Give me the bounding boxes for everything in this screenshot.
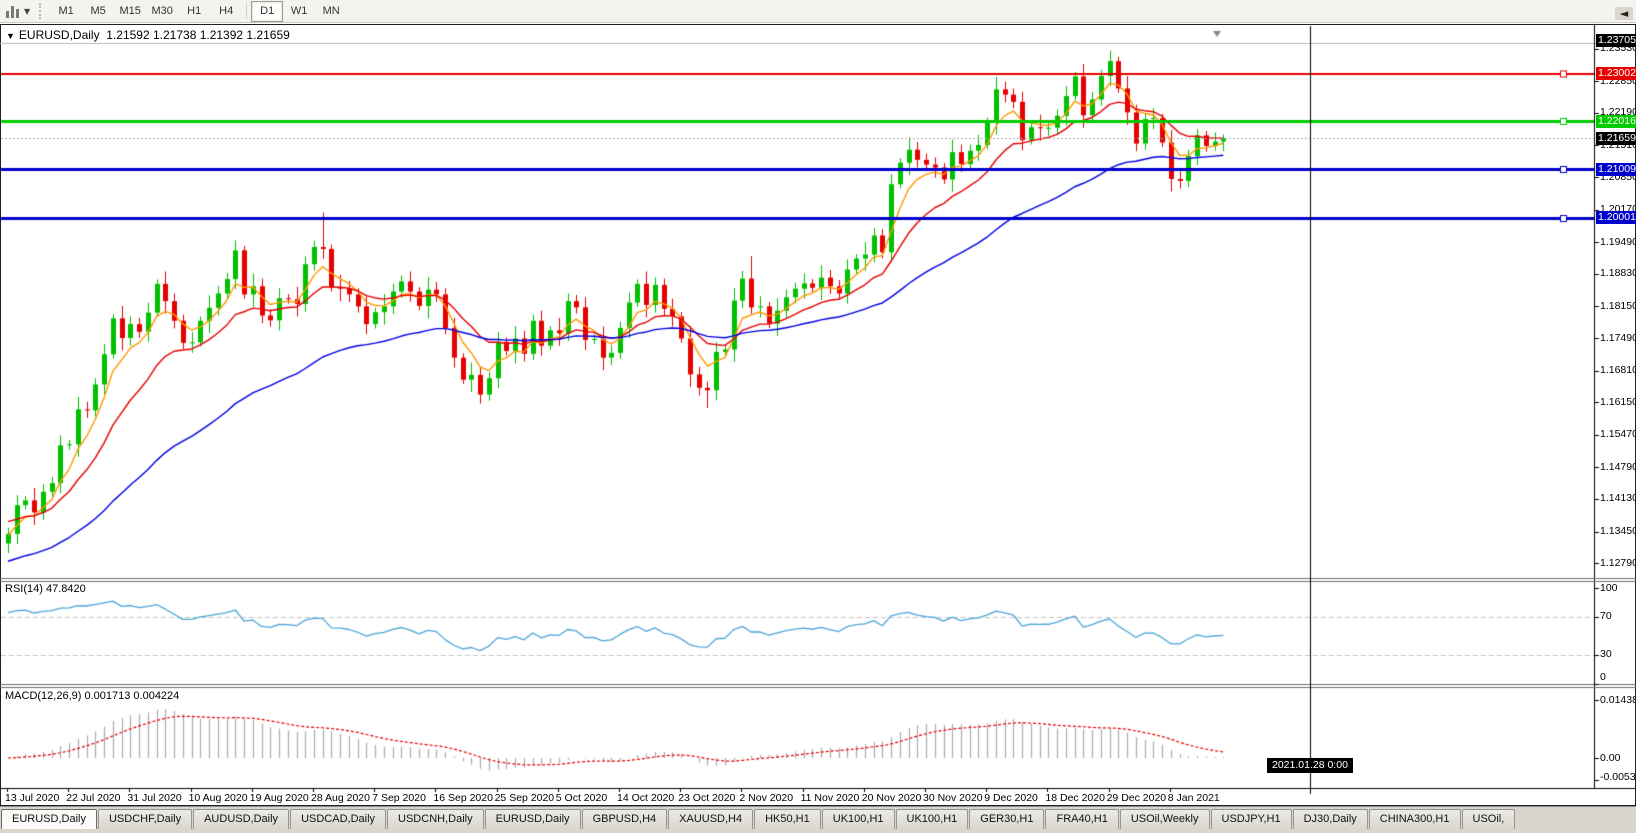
date-axis-label: 28 Aug 2020: [311, 792, 370, 804]
tab-usoil[interactable]: USOil,: [1461, 809, 1516, 829]
date-axis-label: 23 Oct 2020: [678, 792, 736, 804]
tab-usdcnh-daily[interactable]: USDCNH,Daily: [387, 809, 484, 829]
price-axis-tick: 1.15470: [1600, 428, 1636, 441]
tab-usoil-weekly[interactable]: USOil,Weekly: [1119, 809, 1210, 829]
price-badge-1.21659: 1.21659: [1596, 131, 1636, 145]
tab-audusd-daily[interactable]: AUDUSD,Daily: [193, 809, 290, 829]
date-axis-label: 8 Jan 2021: [1167, 792, 1220, 804]
date-axis-label: 9 Dec 2020: [984, 792, 1038, 804]
tab-scroll-left-button[interactable]: ◄: [1615, 7, 1633, 20]
price-badge-1.23705: 1.23705: [1596, 33, 1636, 47]
price-badge-1.22016: 1.22016: [1596, 114, 1636, 128]
tab-eurusd-daily[interactable]: EURUSD,Daily: [484, 809, 581, 829]
price-axis-tick: 1.14790: [1600, 460, 1636, 473]
chart-canvas[interactable]: [0, 0, 1636, 833]
date-axis-label: 2 Nov 2020: [739, 792, 794, 804]
tab-ger30-h1[interactable]: GER30,H1: [969, 809, 1045, 829]
macd-axis-tick: -0.005394: [1600, 771, 1636, 783]
tab-xauusd-h4[interactable]: XAUUSD,H4: [668, 809, 754, 829]
price-badge-1.21009: 1.21009: [1596, 162, 1636, 176]
date-axis-label: 18 Dec 2020: [1045, 792, 1105, 804]
date-axis-label: 10 Aug 2020: [188, 792, 248, 804]
tab-china300-h1[interactable]: CHINA300,H1: [1368, 809, 1461, 829]
date-axis-label: 29 Dec 2020: [1106, 792, 1167, 804]
chart-symbol: EURUSD,Daily: [18, 28, 100, 42]
price-axis-tick: 1.16810: [1600, 364, 1636, 377]
rsi-axis-tick: 30: [1600, 648, 1612, 661]
price-axis-tick: 1.19490: [1600, 235, 1636, 248]
macd-axis-tick: 0.014384: [1600, 693, 1636, 706]
rsi-axis-tick: 70: [1600, 610, 1612, 623]
mt4-window: ▼ M1M5M15M30H1H4D1W1MN ▼EURUSD,Daily 1.2…: [0, 0, 1636, 833]
date-axis-label: 11 Nov 2020: [800, 792, 860, 804]
date-axis-label: 7 Sep 2020: [372, 792, 426, 804]
rsi-axis-tick: 100: [1600, 582, 1618, 594]
price-badge-1.23002: 1.23002: [1596, 67, 1636, 81]
chart-ohlc: 1.21592 1.21738 1.21392 1.21659: [106, 28, 290, 42]
chart-header: ▼ EURUSD,Daily 1.21592 1.21738 1.21392 1.…: [6, 28, 290, 42]
macd-axis-tick: 0.00: [1600, 751, 1621, 764]
tab-fra40-h1[interactable]: FRA40,H1: [1045, 809, 1119, 829]
date-axis-label: 20 Nov 2020: [861, 792, 922, 804]
tab-eurusd-daily-active[interactable]: EURUSD,Daily: [1, 809, 97, 829]
date-axis-label: 19 Aug 2020: [249, 792, 309, 804]
price-axis-tick: 1.12790: [1600, 556, 1636, 569]
price-axis-tick: 1.18150: [1600, 299, 1636, 312]
price-axis-tick: 1.14130: [1600, 492, 1636, 505]
rsi-label: RSI(14) 47.8420: [5, 583, 86, 595]
tab-usdchf-daily[interactable]: USDCHF,Daily: [97, 809, 193, 829]
rsi-axis-tick: 0: [1600, 671, 1606, 683]
triangle-down-icon[interactable]: ▼: [6, 31, 15, 41]
date-axis-label: 5 Oct 2020: [555, 792, 608, 804]
date-axis-label: 31 Jul 2020: [127, 792, 182, 804]
tab-dj30-daily[interactable]: DJ30,Daily: [1292, 809, 1368, 829]
tab-usdcad-daily[interactable]: USDCAD,Daily: [290, 809, 387, 829]
tab-usdjpy-h1[interactable]: USDJPY,H1: [1210, 809, 1292, 829]
price-badge-1.20001: 1.20001: [1596, 211, 1636, 225]
price-axis-tick: 1.13450: [1600, 525, 1636, 538]
date-axis-label: 14 Oct 2020: [617, 792, 675, 804]
date-axis-label: 30 Nov 2020: [923, 792, 983, 804]
chart-tab-bar: EURUSD,Daily USDCHF,Daily AUDUSD,Daily USDC…: [0, 806, 1636, 833]
macd-label: MACD(12,26,9) 0.001713 0.004224: [5, 690, 180, 702]
tab-hk50-h1[interactable]: HK50,H1: [754, 809, 821, 829]
price-axis-tick: 1.18830: [1600, 267, 1636, 280]
tab-gbpusd-h4[interactable]: GBPUSD,H4: [581, 809, 668, 829]
date-axis-label: 13 Jul 2020: [5, 792, 60, 804]
date-axis-label: 25 Sep 2020: [494, 792, 555, 804]
price-axis-tick: 1.16150: [1600, 395, 1636, 408]
tab-uk100-h1[interactable]: UK100,H1: [821, 809, 895, 829]
vline-date-tooltip: 2021.01.28 0:00: [1267, 758, 1353, 773]
price-axis-tick: 1.17490: [1600, 331, 1636, 344]
date-axis-label: 16 Sep 2020: [433, 792, 493, 804]
tab-uk100-h1[interactable]: UK100,H1: [895, 809, 969, 829]
date-axis-label: 22 Jul 2020: [66, 792, 121, 804]
